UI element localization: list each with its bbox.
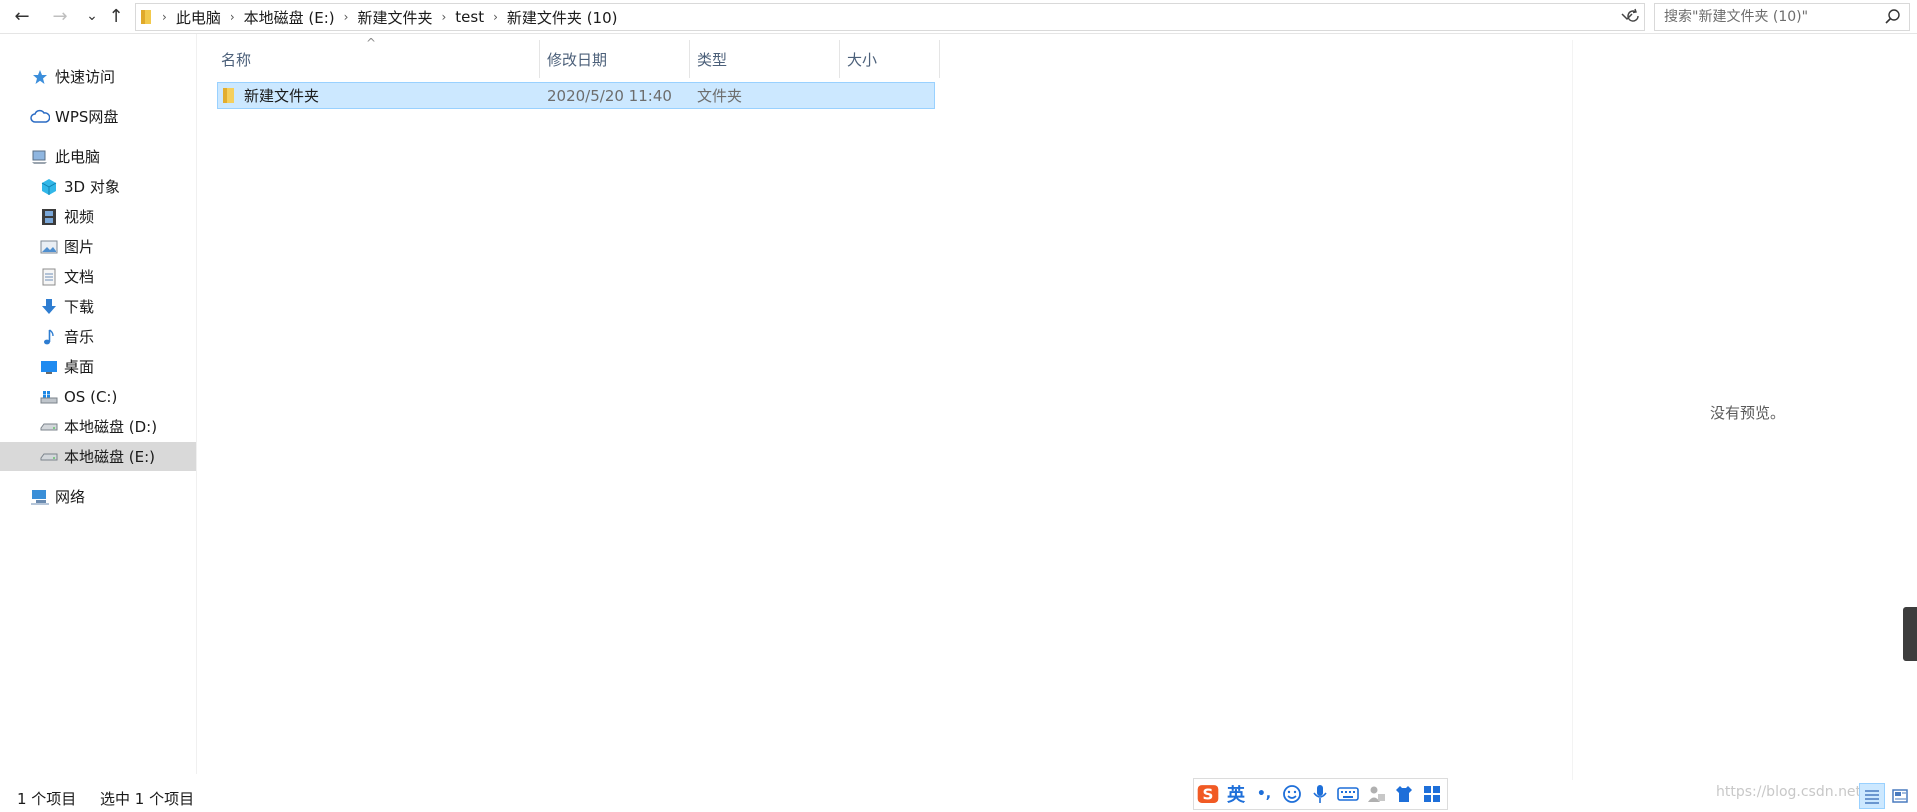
sidebar-item-label: 文档 [64, 268, 95, 286]
selected-count: 选中 1 个项目 [100, 790, 195, 808]
preview-pane: 没有预览。 [1572, 40, 1917, 780]
sidebar-item-desktop[interactable]: 桌面 [39, 352, 94, 381]
forward-button[interactable]: → [48, 4, 72, 28]
sidebar-item-quick-access[interactable]: 快速访问 [30, 62, 115, 91]
table-row[interactable]: 新建文件夹 2020/5/20 11:40 文件夹 [217, 82, 935, 109]
cloud-icon [30, 107, 50, 127]
sidebar-item-drive-c[interactable]: OS (C:) [39, 382, 117, 411]
breadcrumb-this-pc[interactable]: 此电脑 [171, 7, 226, 28]
column-header-type[interactable]: 类型 [690, 40, 840, 78]
status-bar: 1 个项目 选中 1 个项目 [0, 782, 1917, 812]
sidebar-item-label: WPS网盘 [55, 108, 119, 126]
sidebar-item-label: OS (C:) [64, 387, 118, 406]
sidebar-item-drive-d[interactable]: 本地磁盘 (D:) [39, 412, 157, 441]
breadcrumb-test[interactable]: test [450, 8, 489, 26]
download-icon [39, 297, 59, 317]
breadcrumb-new-folder[interactable]: 新建文件夹 [352, 7, 437, 28]
sidebar-item-videos[interactable]: 视频 [39, 202, 94, 231]
sogou-logo-icon[interactable]: S [1197, 783, 1219, 805]
sidebar-item-drive-e[interactable]: 本地磁盘 (E:) [0, 442, 196, 471]
column-header-name[interactable]: 名称 [217, 40, 540, 78]
sidebar-item-label: 3D 对象 [64, 178, 120, 196]
ime-toolbar: S 英 •, [1193, 778, 1448, 810]
sidebar-item-network[interactable]: 网络 [30, 482, 85, 511]
chevron-right-icon[interactable]: › [158, 10, 171, 24]
sidebar-item-label: 音乐 [64, 328, 95, 346]
details-view-icon [1865, 790, 1879, 804]
sidebar-item-label: 下载 [64, 298, 95, 316]
document-icon [39, 267, 59, 287]
no-preview-text: 没有预览。 [1710, 404, 1786, 422]
chevron-right-icon[interactable]: › [437, 10, 450, 24]
sidebar-item-label: 桌面 [64, 358, 95, 376]
computer-icon [30, 147, 50, 167]
emoji-icon[interactable] [1281, 783, 1303, 805]
lang-mode-icon[interactable]: 英 [1225, 783, 1247, 806]
chevron-right-icon[interactable]: › [489, 10, 502, 24]
sidebar-item-label: 图片 [64, 238, 95, 256]
network-icon [30, 487, 50, 507]
sidebar-item-label: 网络 [55, 488, 86, 506]
microphone-icon[interactable] [1309, 783, 1331, 805]
large-icons-view-icon [1892, 789, 1908, 803]
file-modified: 2020/5/20 11:40 [547, 86, 672, 105]
column-header-size[interactable]: 大小 [840, 40, 940, 78]
sidebar-item-pictures[interactable]: 图片 [39, 232, 94, 261]
desktop-icon [39, 357, 59, 377]
large-icons-view-button[interactable] [1887, 783, 1913, 809]
chevron-right-icon[interactable]: › [226, 10, 239, 24]
sidebar-item-label: 此电脑 [55, 148, 101, 166]
back-button[interactable]: ← [10, 4, 34, 28]
sidebar-item-label: 快速访问 [55, 68, 116, 86]
skin-shirt-icon[interactable] [1393, 783, 1415, 805]
sort-ascending-icon: ^ [366, 36, 377, 50]
breadcrumb-drive-e[interactable]: 本地磁盘 (E:) [239, 7, 340, 28]
sidebar-item-documents[interactable]: 文档 [39, 262, 94, 291]
watermark-text: https://blog.csdn.net/... [1716, 784, 1880, 800]
up-button[interactable]: ↑ [104, 4, 128, 28]
sidebar-item-label: 视频 [64, 208, 95, 226]
breadcrumb: › 此电脑 › 本地磁盘 (E:) › 新建文件夹 › test › 新建文件夹… [136, 4, 1610, 30]
file-name: 新建文件夹 [244, 87, 320, 105]
sidebar-item-3d-objects[interactable]: 3D 对象 [39, 172, 120, 201]
sidebar-item-this-pc[interactable]: 此电脑 [30, 142, 100, 171]
toolbox-icon[interactable] [1421, 783, 1443, 805]
svg-text:S: S [1203, 786, 1214, 804]
picture-icon [39, 237, 59, 257]
sidebar-item-music[interactable]: 音乐 [39, 322, 94, 351]
column-header-date[interactable]: 修改日期 [540, 40, 690, 78]
file-name-cell: 新建文件夹 [222, 83, 319, 108]
side-drag-handle[interactable] [1903, 607, 1917, 661]
punctuation-icon[interactable]: •, [1253, 783, 1275, 805]
search-input[interactable] [1655, 4, 1875, 30]
file-type: 文件夹 [697, 87, 743, 105]
refresh-button[interactable] [1622, 3, 1644, 29]
details-view-button[interactable] [1859, 783, 1885, 809]
search-icon[interactable] [1883, 7, 1903, 27]
sidebar-item-label: 本地磁盘 (D:) [64, 418, 158, 436]
folder-icon [222, 87, 237, 104]
breadcrumb-current-folder[interactable]: 新建文件夹 (10) [502, 7, 623, 28]
address-bar[interactable]: › 此电脑 › 本地磁盘 (E:) › 新建文件夹 › test › 新建文件夹… [135, 3, 1645, 31]
search-box[interactable] [1654, 3, 1910, 31]
sidebar-item-label: 本地磁盘 (E:) [64, 448, 156, 466]
keyboard-icon[interactable] [1337, 783, 1359, 805]
drive-icon [39, 417, 59, 437]
navigation-pane: 快速访问 WPS网盘 此电脑 3D 对象 视频 图片 文档 下载 音乐 桌面 O… [0, 34, 197, 774]
refresh-icon [1627, 8, 1639, 22]
film-icon [39, 207, 59, 227]
recent-locations-button[interactable]: ⌄ [80, 4, 104, 28]
sidebar-item-wps-cloud[interactable]: WPS网盘 [30, 102, 118, 131]
sidebar-item-downloads[interactable]: 下载 [39, 292, 94, 321]
windows-drive-icon [39, 387, 59, 407]
item-count: 1 个项目 [17, 790, 77, 808]
music-icon [39, 327, 59, 347]
cube-icon [39, 177, 59, 197]
drive-icon [39, 447, 59, 467]
chevron-right-icon[interactable]: › [340, 10, 353, 24]
star-icon [30, 67, 50, 87]
folder-icon [140, 9, 154, 25]
address-toolbar: ← → ⌄ ↑ › 此电脑 › 本地磁盘 (E:) › 新建文件夹 › test… [0, 0, 1917, 34]
user-icon[interactable] [1365, 783, 1387, 805]
